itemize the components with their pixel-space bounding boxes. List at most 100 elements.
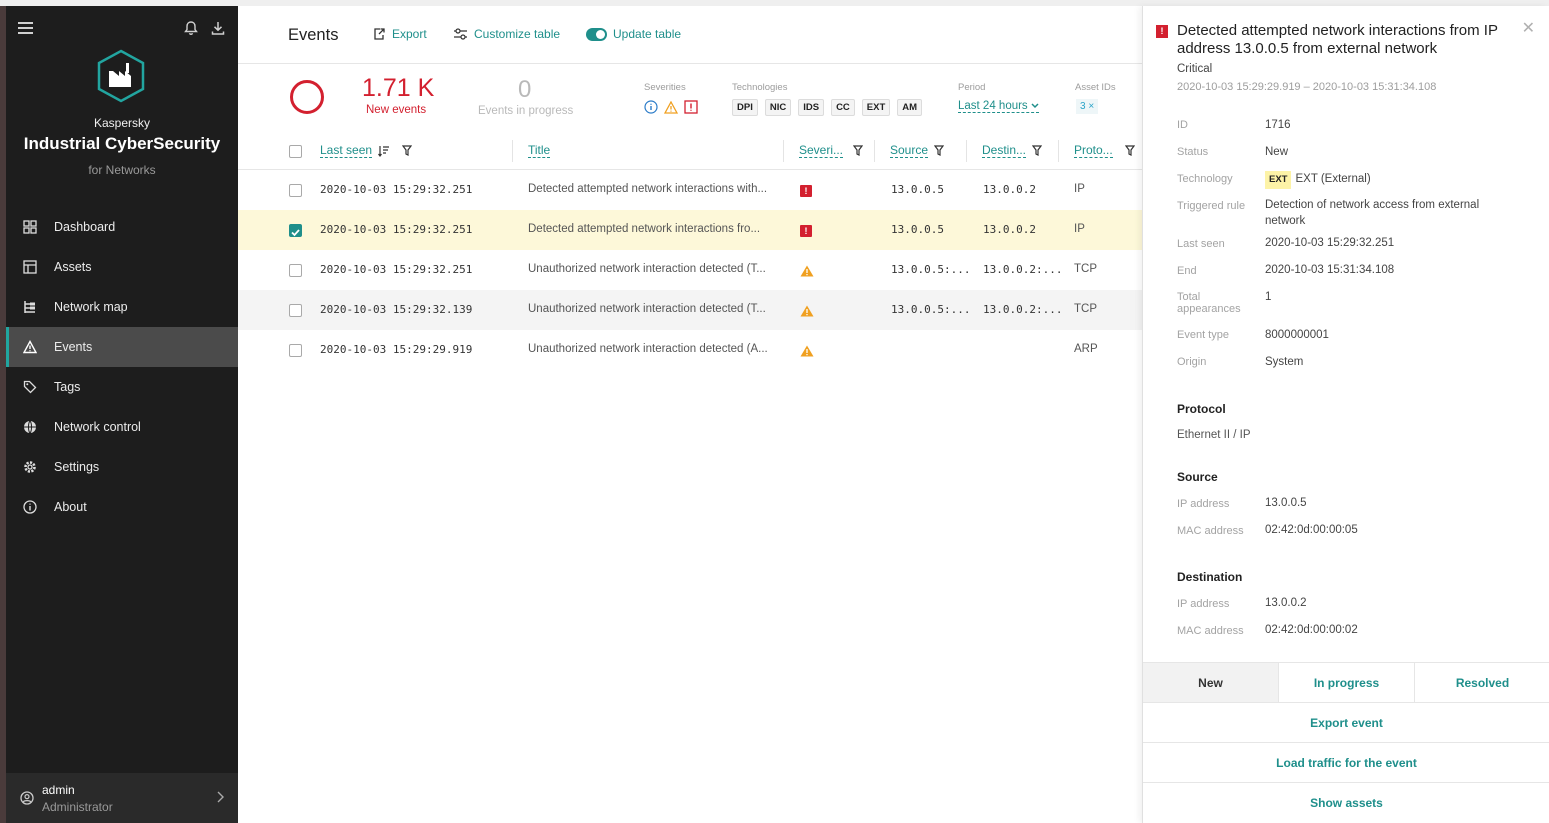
column-separator <box>966 140 967 162</box>
sidebar-item-network-map[interactable]: Network map <box>6 287 238 327</box>
sidebar-item-settings[interactable]: Settings <box>6 447 238 487</box>
export-event-button[interactable]: Export event <box>1143 703 1549 743</box>
row-checkbox[interactable] <box>289 344 302 357</box>
hamburger-menu-icon[interactable] <box>18 22 33 34</box>
cell-protocol: TCP <box>1074 263 1097 275</box>
close-icon[interactable]: × <box>1088 101 1094 112</box>
field-label: Last seen <box>1177 238 1225 250</box>
sidebar-item-dashboard[interactable]: Dashboard <box>6 207 238 247</box>
table-row[interactable]: 2020-10-03 15:29:32.251 Unauthorized net… <box>238 250 1142 290</box>
network-map-icon <box>22 299 38 315</box>
chevron-right-icon <box>217 791 224 803</box>
technology-badge: EXT <box>1265 171 1292 189</box>
warning-severity-icon[interactable] <box>664 100 678 114</box>
cell-source: 13.0.0.5 <box>891 183 944 196</box>
row-checkbox[interactable] <box>289 304 302 317</box>
load-traffic-button[interactable]: Load traffic for the event <box>1143 743 1549 783</box>
asset-ids-chip[interactable]: 3 × <box>1076 99 1099 114</box>
row-checkbox[interactable] <box>289 224 302 237</box>
status-tab-new[interactable]: New <box>1143 663 1278 702</box>
field-label: ID <box>1177 119 1188 131</box>
period-label: Period <box>958 82 986 93</box>
checkmark-icon <box>291 229 300 237</box>
table-row[interactable]: 2020-10-03 15:29:32.251 Detected attempt… <box>238 210 1142 250</box>
show-assets-button[interactable]: Show assets <box>1143 783 1549 823</box>
filter-icon[interactable] <box>934 145 945 156</box>
field-label: Event type <box>1177 329 1229 341</box>
status-tab-resolved[interactable]: Resolved <box>1414 663 1549 702</box>
download-icon[interactable] <box>209 19 227 37</box>
stats-bar: 1.71 K New events 0 Events in progress S… <box>238 64 1142 134</box>
technology-value: EXT (External) <box>1295 173 1371 185</box>
field-label: Status <box>1177 146 1209 158</box>
critical-severity-icon[interactable] <box>684 100 698 114</box>
tech-chip-ids[interactable]: IDS <box>798 99 825 116</box>
sidebar-item-tags[interactable]: Tags <box>6 367 238 407</box>
in-progress-label: Events in progress <box>478 105 574 117</box>
filter-icon[interactable] <box>402 145 413 156</box>
sort-desc-icon[interactable] <box>378 145 390 157</box>
cell-protocol: IP <box>1074 183 1085 195</box>
bell-icon[interactable] <box>182 19 200 37</box>
column-header-severity[interactable]: Severi... <box>799 143 864 158</box>
column-separator <box>874 140 875 162</box>
field-label: Technology <box>1177 173 1233 185</box>
sidebar-item-events[interactable]: Events <box>6 327 238 367</box>
critical-severity-icon: ! <box>800 185 812 197</box>
close-icon[interactable]: ✕ <box>1522 18 1535 38</box>
sidebar-item-label: Tags <box>54 380 81 394</box>
cell-destination: 13.0.0.2 <box>983 183 1036 196</box>
field-total-appearances: 1 <box>1265 291 1272 303</box>
sidebar-item-network-control[interactable]: Network control <box>6 407 238 447</box>
sidebar-item-about[interactable]: About <box>6 487 238 527</box>
table-row[interactable]: 2020-10-03 15:29:29.919 Unauthorized net… <box>238 330 1142 370</box>
sidebar-item-label: Settings <box>54 460 100 474</box>
column-label: Severi... <box>799 143 844 158</box>
gear-icon <box>22 459 38 475</box>
filter-icon[interactable] <box>1032 145 1043 156</box>
destination-heading: Destination <box>1177 570 1243 584</box>
column-label: Proto... <box>1074 143 1113 158</box>
update-table-toggle[interactable]: Update table <box>586 27 681 41</box>
export-button[interactable]: Export <box>372 27 427 41</box>
tech-chip-dpi[interactable]: DPI <box>732 99 758 116</box>
select-all-checkbox[interactable] <box>289 145 302 158</box>
tech-chip-ext[interactable]: EXT <box>861 99 891 116</box>
customize-table-button[interactable]: Customize table <box>453 27 560 41</box>
user-menu[interactable]: admin Administrator <box>6 773 238 823</box>
sidebar-item-assets[interactable]: Assets <box>6 247 238 287</box>
tech-chip-nic[interactable]: NIC <box>764 99 792 116</box>
sidebar-item-label: Events <box>54 340 93 354</box>
cell-last-seen: 2020-10-03 15:29:29.919 <box>320 343 473 356</box>
sidebar-nav: Dashboard Assets Network map Events Tags… <box>6 207 238 527</box>
protocol-value: Ethernet II / IP <box>1177 429 1251 441</box>
filter-icon[interactable] <box>1124 145 1135 156</box>
cell-last-seen: 2020-10-03 15:29:32.251 <box>320 183 473 196</box>
info-severity-icon[interactable] <box>644 100 658 114</box>
column-header-last-seen[interactable]: Last seen <box>320 143 413 158</box>
status-tab-in-progress[interactable]: In progress <box>1278 663 1414 702</box>
customize-table-label: Customize table <box>474 27 561 41</box>
column-header-title[interactable]: Title <box>528 143 551 158</box>
cell-protocol: TCP <box>1074 303 1097 315</box>
event-detail-panel: ! Detected attempted network interaction… <box>1142 6 1549 823</box>
row-checkbox[interactable] <box>289 184 302 197</box>
update-table-label: Update table <box>613 27 682 41</box>
new-events-count[interactable]: 1.71 K <box>362 74 434 103</box>
column-header-destination[interactable]: Destin... <box>982 143 1043 158</box>
table-row[interactable]: 2020-10-03 15:29:32.139 Unauthorized net… <box>238 290 1142 330</box>
column-header-source[interactable]: Source <box>890 143 945 158</box>
row-checkbox[interactable] <box>289 264 302 277</box>
tech-chip-am[interactable]: AM <box>897 99 923 116</box>
table-row[interactable]: 2020-10-03 15:29:32.251 Detected attempt… <box>238 170 1142 210</box>
column-header-protocol[interactable]: Proto... <box>1074 143 1135 158</box>
protocol-heading: Protocol <box>1177 402 1226 416</box>
tag-icon <box>22 379 38 395</box>
period-dropdown[interactable]: Last 24 hours <box>958 100 1039 113</box>
in-progress-count[interactable]: 0 <box>518 76 531 104</box>
sidebar: Kaspersky Industrial CyberSecurity for N… <box>6 6 238 823</box>
filter-icon[interactable] <box>853 145 864 156</box>
column-separator <box>783 140 784 162</box>
tech-chip-cc[interactable]: CC <box>831 99 855 116</box>
toggle-switch[interactable] <box>586 27 607 41</box>
